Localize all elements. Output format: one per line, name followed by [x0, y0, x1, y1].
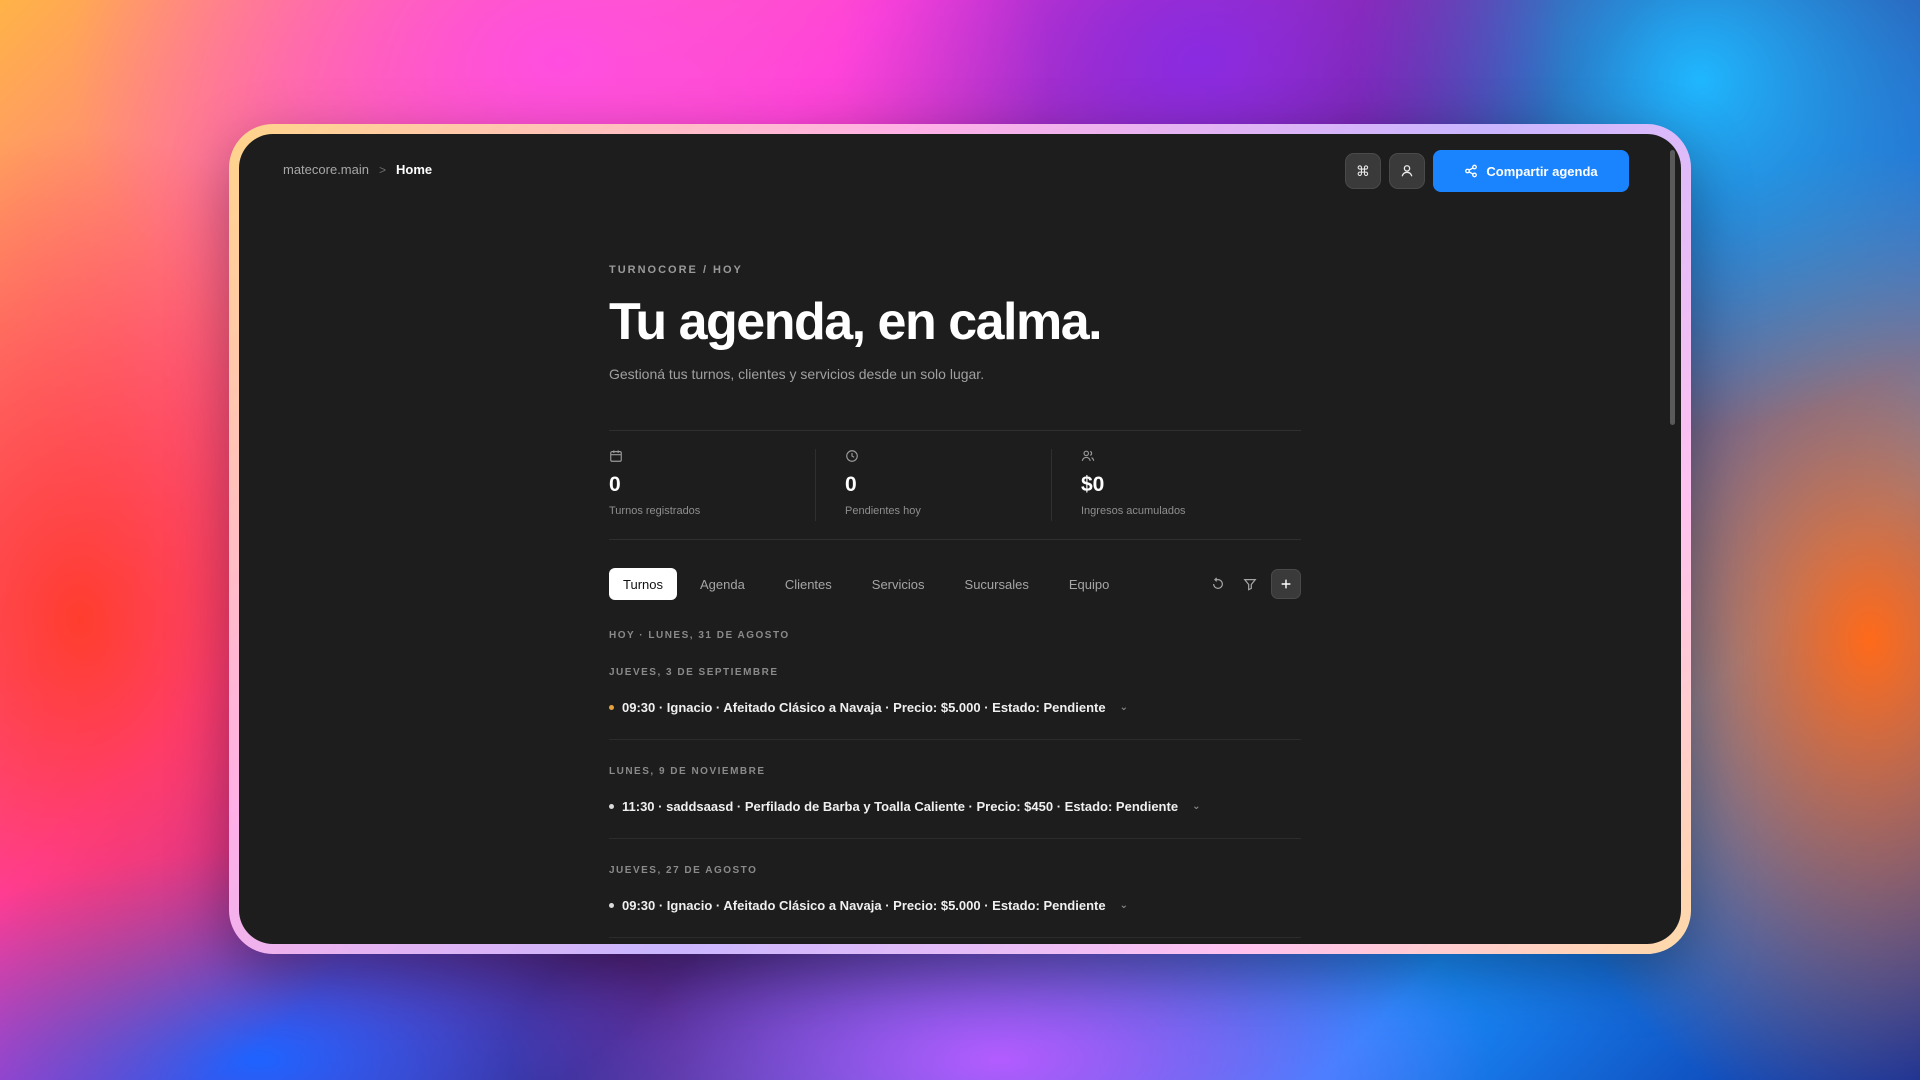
stat-value: $0 — [1081, 473, 1105, 496]
filter-icon — [1243, 579, 1257, 591]
stat-label: Ingresos acumulados — [1081, 505, 1186, 517]
group-date: LUNES, 9 DE NOVIEMBRE — [609, 766, 766, 777]
app-frame: matecore.main > Home ⌘ Compartir agenda … — [229, 124, 1691, 954]
command-button[interactable]: ⌘ — [1345, 153, 1381, 189]
calendar-icon — [610, 450, 622, 462]
appointment-text: 09:30 · Ignacio · Afeitado Clásico a Nav… — [622, 898, 1106, 913]
appointment-group: LUNES, 9 DE NOVIEMBRE 11:30 · saddsaasd … — [609, 740, 1301, 839]
main-content: TURNOCORE / HOY Tu agenda, en calma. Ges… — [609, 264, 1301, 938]
tab-equipo[interactable]: Equipo — [1052, 568, 1126, 600]
breadcrumb: matecore.main > Home — [283, 162, 432, 177]
refresh-icon — [1213, 577, 1223, 589]
chevron-down-icon[interactable]: ⌄ — [1120, 900, 1128, 911]
stat-label: Turnos registrados — [609, 505, 701, 517]
stat-value: 0 — [609, 473, 621, 496]
status-dot — [609, 804, 614, 809]
stat-value: 0 — [845, 473, 857, 496]
share-agenda-button[interactable]: Compartir agenda — [1433, 150, 1629, 192]
tab-agenda[interactable]: Agenda — [683, 568, 762, 600]
add-button[interactable] — [1271, 569, 1301, 599]
breadcrumb-current: Home — [396, 162, 433, 177]
refresh-button[interactable] — [1207, 573, 1229, 595]
clock-icon — [846, 450, 858, 462]
stats-row: 0 Turnos registrados 0 Pendientes hoy $0 — [609, 430, 1301, 540]
group-date: JUEVES, 27 DE AGOSTO — [609, 865, 758, 876]
appointment-text: 09:30 · Ignacio · Afeitado Clásico a Nav… — [622, 700, 1106, 715]
eyebrow: TURNOCORE / HOY — [609, 264, 743, 276]
chevron-down-icon[interactable]: ⌄ — [1120, 702, 1128, 713]
scrollbar[interactable] — [1670, 150, 1675, 425]
tab-actions — [1207, 569, 1301, 599]
appointment-item[interactable]: 11:30 · saddsaasd · Perfilado de Barba y… — [609, 799, 1301, 814]
appointment-text: 11:30 · saddsaasd · Perfilado de Barba y… — [622, 799, 1179, 814]
tab-sucursales[interactable]: Sucursales — [948, 568, 1046, 600]
tabs-row: Turnos Agenda Clientes Servicios Sucursa… — [609, 568, 1301, 600]
chevron-down-icon[interactable]: ⌄ — [1192, 801, 1200, 812]
stat-label: Pendientes hoy — [845, 505, 921, 517]
filter-button[interactable] — [1239, 573, 1261, 595]
top-actions: ⌘ Compartir agenda — [1345, 150, 1629, 192]
user-icon — [1401, 165, 1413, 177]
top-bar: matecore.main > Home ⌘ Compartir agenda — [239, 134, 1681, 214]
user-button[interactable] — [1389, 153, 1425, 189]
command-icon: ⌘ — [1356, 162, 1370, 179]
users-icon — [1081, 450, 1095, 461]
today-label: HOY · LUNES, 31 DE AGOSTO — [609, 630, 790, 641]
share-icon — [1465, 164, 1478, 178]
appointment-group: JUEVES, 27 DE AGOSTO 09:30 · Ignacio · A… — [609, 839, 1301, 938]
stat-ingresos: $0 Ingresos acumulados — [1051, 431, 1301, 539]
appointment-item[interactable]: 09:30 · Ignacio · Afeitado Clásico a Nav… — [609, 898, 1301, 913]
status-dot — [609, 903, 614, 908]
tab-clientes[interactable]: Clientes — [768, 568, 849, 600]
page-title: Tu agenda, en calma. — [609, 293, 1103, 351]
tab-turnos[interactable]: Turnos — [609, 568, 677, 600]
plus-icon — [1281, 579, 1291, 589]
group-date: JUEVES, 3 DE SEPTIEMBRE — [609, 667, 779, 678]
tab-servicios[interactable]: Servicios — [855, 568, 942, 600]
share-agenda-label: Compartir agenda — [1486, 163, 1598, 179]
status-dot — [609, 705, 614, 710]
stat-pendientes: 0 Pendientes hoy — [815, 431, 1065, 539]
tab-list: Turnos Agenda Clientes Servicios Sucursa… — [609, 568, 1126, 600]
appointment-group: JUEVES, 3 DE SEPTIEMBRE 09:30 · Ignacio … — [609, 641, 1301, 740]
stat-turnos: 0 Turnos registrados — [609, 431, 829, 539]
breadcrumb-root[interactable]: matecore.main — [283, 162, 369, 177]
page-subtitle: Gestioná tus turnos, clientes y servicio… — [609, 366, 985, 382]
appointment-item[interactable]: 09:30 · Ignacio · Afeitado Clásico a Nav… — [609, 700, 1301, 715]
app-window: matecore.main > Home ⌘ Compartir agenda … — [239, 134, 1681, 944]
breadcrumb-separator: > — [378, 162, 386, 177]
